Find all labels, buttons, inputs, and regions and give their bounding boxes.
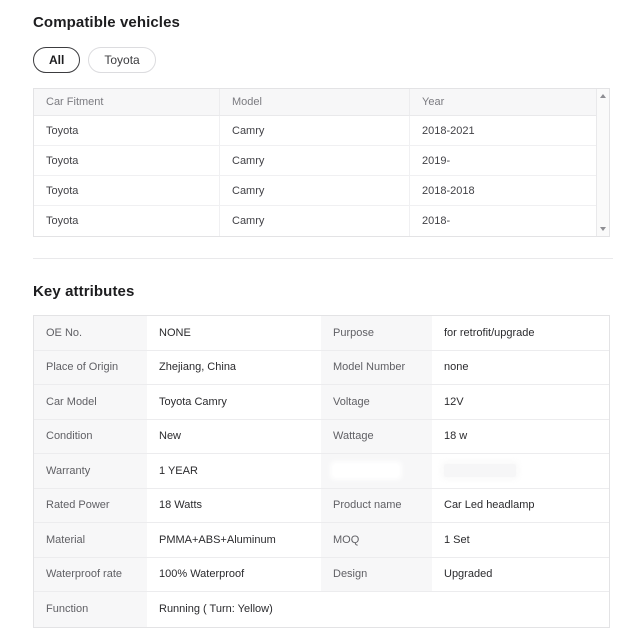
attr-value: New bbox=[147, 420, 321, 454]
cell-model: Camry bbox=[220, 206, 410, 236]
cell-year: 2018- bbox=[410, 206, 596, 236]
column-header-model: Model bbox=[220, 89, 410, 115]
attr-label: Model Number bbox=[321, 351, 432, 385]
scroll-down-icon[interactable] bbox=[600, 227, 606, 231]
attr-value: Running ( Turn: Yellow) bbox=[147, 592, 609, 627]
attr-value: 12V bbox=[432, 385, 609, 419]
attr-label: Product name bbox=[321, 489, 432, 523]
attr-value: Zhejiang, China bbox=[147, 351, 321, 385]
attr-label: Car Model bbox=[34, 385, 147, 419]
redacted-text-block bbox=[333, 464, 399, 477]
attr-label: Warranty bbox=[34, 454, 147, 488]
table-row: ToyotaCamry2018- bbox=[34, 206, 596, 236]
attr-value: none bbox=[432, 351, 609, 385]
attr-value: NONE bbox=[147, 316, 321, 350]
cell-model: Camry bbox=[220, 116, 410, 145]
attr-value: Upgraded bbox=[432, 558, 609, 592]
attribute-row: Car ModelToyota CamryVoltage12V bbox=[34, 385, 609, 420]
filter-chip-all[interactable]: All bbox=[33, 47, 80, 73]
cell-year: 2018-2021 bbox=[410, 116, 596, 145]
attr-value: 1 YEAR bbox=[147, 454, 321, 488]
attr-value: 18 w bbox=[432, 420, 609, 454]
redacted-text-block bbox=[444, 464, 516, 477]
cell-car-fitment: Toyota bbox=[34, 116, 220, 145]
cell-year: 2018-2018 bbox=[410, 176, 596, 205]
attr-label: Voltage bbox=[321, 385, 432, 419]
cell-car-fitment: Toyota bbox=[34, 176, 220, 205]
filter-chip-toyota[interactable]: Toyota bbox=[88, 47, 155, 73]
cell-car-fitment: Toyota bbox=[34, 206, 220, 236]
attr-label: Condition bbox=[34, 420, 147, 454]
compatible-vehicles-table-body: Car FitmentModelYear ToyotaCamry2018-202… bbox=[34, 89, 596, 236]
attr-label: Wattage bbox=[321, 420, 432, 454]
column-header-car-fitment: Car Fitment bbox=[34, 89, 220, 115]
table-row: ToyotaCamry2018-2018 bbox=[34, 176, 596, 206]
attr-label: Rated Power bbox=[34, 489, 147, 523]
key-attributes-table: OE No.NONEPurposefor retrofit/upgradePla… bbox=[33, 315, 610, 628]
key-attributes-title: Key attributes bbox=[33, 284, 610, 300]
attribute-row: Waterproof rate100% WaterproofDesignUpgr… bbox=[34, 558, 609, 593]
attr-label: Purpose bbox=[321, 316, 432, 350]
attr-value: 1 Set bbox=[432, 523, 609, 557]
attr-label: Function bbox=[34, 592, 147, 627]
redacted-value bbox=[432, 454, 609, 488]
page: Compatible vehicles All Toyota Car Fitmen… bbox=[0, 0, 640, 628]
table-row: ToyotaCamry2019- bbox=[34, 146, 596, 176]
attr-label: Design bbox=[321, 558, 432, 592]
table-rows: ToyotaCamry2018-2021ToyotaCamry2019-Toyo… bbox=[34, 116, 596, 236]
redacted-label bbox=[321, 454, 432, 488]
table-header-row: Car FitmentModelYear bbox=[34, 89, 596, 116]
scroll-up-icon[interactable] bbox=[600, 94, 606, 98]
attr-value: Toyota Camry bbox=[147, 385, 321, 419]
section-divider bbox=[33, 258, 613, 259]
cell-year: 2019- bbox=[410, 146, 596, 175]
attr-value: for retrofit/upgrade bbox=[432, 316, 609, 350]
attr-value: PMMA+ABS+Aluminum bbox=[147, 523, 321, 557]
cell-model: Camry bbox=[220, 146, 410, 175]
compatible-vehicles-table: Car FitmentModelYear ToyotaCamry2018-202… bbox=[33, 88, 610, 237]
attr-label: Waterproof rate bbox=[34, 558, 147, 592]
cell-model: Camry bbox=[220, 176, 410, 205]
attribute-row: Warranty1 YEAR bbox=[34, 454, 609, 489]
attribute-row: ConditionNewWattage18 w bbox=[34, 420, 609, 455]
vehicle-filter-chips: All Toyota bbox=[33, 47, 610, 73]
attr-value: 100% Waterproof bbox=[147, 558, 321, 592]
attr-value: Car Led headlamp bbox=[432, 489, 609, 523]
table-row: ToyotaCamry2018-2021 bbox=[34, 116, 596, 146]
attribute-row: MaterialPMMA+ABS+AluminumMOQ1 Set bbox=[34, 523, 609, 558]
attribute-row: FunctionRunning ( Turn: Yellow) bbox=[34, 592, 609, 627]
attr-label: Material bbox=[34, 523, 147, 557]
attribute-row: OE No.NONEPurposefor retrofit/upgrade bbox=[34, 316, 609, 351]
attr-value: 18 Watts bbox=[147, 489, 321, 523]
attribute-row: Rated Power18 WattsProduct nameCar Led h… bbox=[34, 489, 609, 524]
attr-label: OE No. bbox=[34, 316, 147, 350]
column-header-year: Year bbox=[410, 89, 596, 115]
attr-label: Place of Origin bbox=[34, 351, 147, 385]
attr-label: MOQ bbox=[321, 523, 432, 557]
attribute-row: Place of OriginZhejiang, ChinaModel Numb… bbox=[34, 351, 609, 386]
table-scrollbar[interactable] bbox=[596, 89, 609, 236]
compatible-vehicles-title: Compatible vehicles bbox=[33, 15, 610, 31]
cell-car-fitment: Toyota bbox=[34, 146, 220, 175]
